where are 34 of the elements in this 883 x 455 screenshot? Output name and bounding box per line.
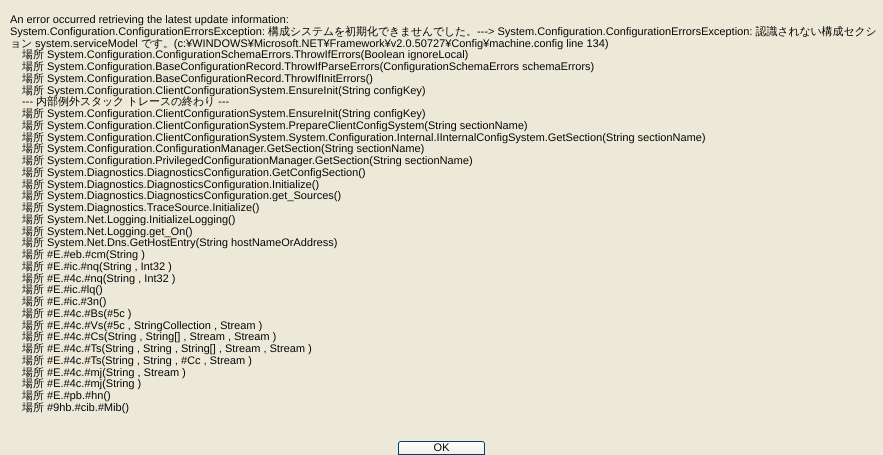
stack-trace-line: 場所 System.Configuration.ConfigurationManager.GetSection(String sectionName)	[22, 144, 424, 156]
stack-trace-line: 場所 System.Diagnostics.DiagnosticsConfiguration.GetConfigSection()	[22, 168, 366, 179]
stack-trace-line: 場所 System.Configuration.ClientConfigurationSystem.EnsureInit(String configKey)	[22, 86, 426, 96]
stack-trace-line: 場所 #E.#pb.#hn()	[22, 391, 111, 402]
stack-trace-line: 場所 #E.#4c.#Cs(String , String[] , Stream , Stream )	[22, 332, 276, 344]
stack-trace-line: 場所 System.Configuration.BaseConfigurationRecord.ThrowIfInitErrors()	[22, 74, 373, 85]
stack-trace-line: 場所 System.Configuration.PrivilegedConfigurationManager.GetSection(String sectionName)	[22, 156, 473, 167]
stack-trace-line: 場所 System.Configuration.ClientConfigurationSystem.System.Configuration.Internal.IInternalConfigSystem.GetSection(String sectionName)	[22, 132, 706, 144]
stack-trace-line: 場所 #E.#4c.#nq(String , Int32 )	[22, 274, 176, 284]
stack-trace-line: 場所 System.Diagnostics.DiagnosticsConfiguration.get_Sources()	[22, 191, 342, 202]
stack-trace-line: --- 内部例外スタック トレースの終わり ---	[22, 97, 230, 108]
stack-trace-line: 場所 System.Diagnostics.TraceSource.Initialize()	[22, 203, 260, 214]
stack-trace-line: 場所 #E.#eb.#cm(String )	[22, 250, 145, 261]
stack-trace-line: 場所 System.Diagnostics.DiagnosticsConfiguration.Initialize()	[22, 180, 320, 190]
stack-trace-line: 場所 System.Configuration.ConfigurationSchemaErrors.ThrowIfErrors(Boolean ignoreLocal)	[22, 50, 468, 62]
stack-trace-line: 場所 #E.#ic.#3n()	[22, 297, 106, 308]
ok-button[interactable]: OK	[398, 441, 485, 455]
stack-trace-line: 場所 System.Configuration.ClientConfigurationSystem.EnsureInit(String configKey)	[22, 109, 426, 120]
stack-trace-line: 場所 #E.#4c.#mj(String )	[22, 379, 142, 390]
stack-trace-line: 場所 #E.#ic.#nq(String , Int32 )	[22, 262, 172, 273]
stack-trace-line: 場所 System.Net.Dns.GetHostEntry(String hostNameOrAddress)	[22, 238, 338, 250]
error-heading: An error occurred retrieving the latest update information:	[10, 15, 289, 26]
stack-trace-line: 場所 #E.#4c.#mj(String , Stream )	[22, 368, 186, 378]
stack-trace-line: 場所 System.Net.Logging.InitializeLogging()	[22, 214, 236, 226]
stack-trace-line: 場所 System.Configuration.ClientConfigurationSystem.PrepareClientConfigSystem(String sectionName)	[22, 120, 528, 132]
stack-trace-line: 場所 #E.#4c.#Bs(#5c )	[22, 308, 132, 320]
stack-trace-line: 場所 #E.#4c.#Vs(#5c , StringCollection , Stream )	[22, 320, 262, 332]
stack-trace-line: 場所 #E.#4c.#Ts(String , String , String[] , Stream , Stream )	[22, 344, 312, 355]
stack-trace-line: 場所 #9hb.#cib.#Mib()	[22, 402, 129, 414]
stack-trace-line: 場所 System.Configuration.BaseConfigurationRecord.ThrowIfParseErrors(ConfigurationSchemaErrors schemaErrors)	[22, 62, 594, 73]
error-detail: System.Configuration.ConfigurationErrorsException: 構成システムを初期化できませんでした。---> System.Configuration.ConfigurationErrorsException: 認識されない構成セクション system.serviceModel です。(c:¥WINDOWS¥Microsoft.NET¥Framework¥v2.0.50727¥Config¥machine.config line 134)	[10, 26, 877, 50]
stack-trace-line: 場所 System.Net.Logging.get_On()	[22, 226, 193, 238]
stack-trace-line: 場所 #E.#ic.#lq()	[22, 285, 103, 296]
stack-trace-line: 場所 #E.#4c.#Ts(String , String , #Cc , Stream )	[22, 356, 252, 367]
